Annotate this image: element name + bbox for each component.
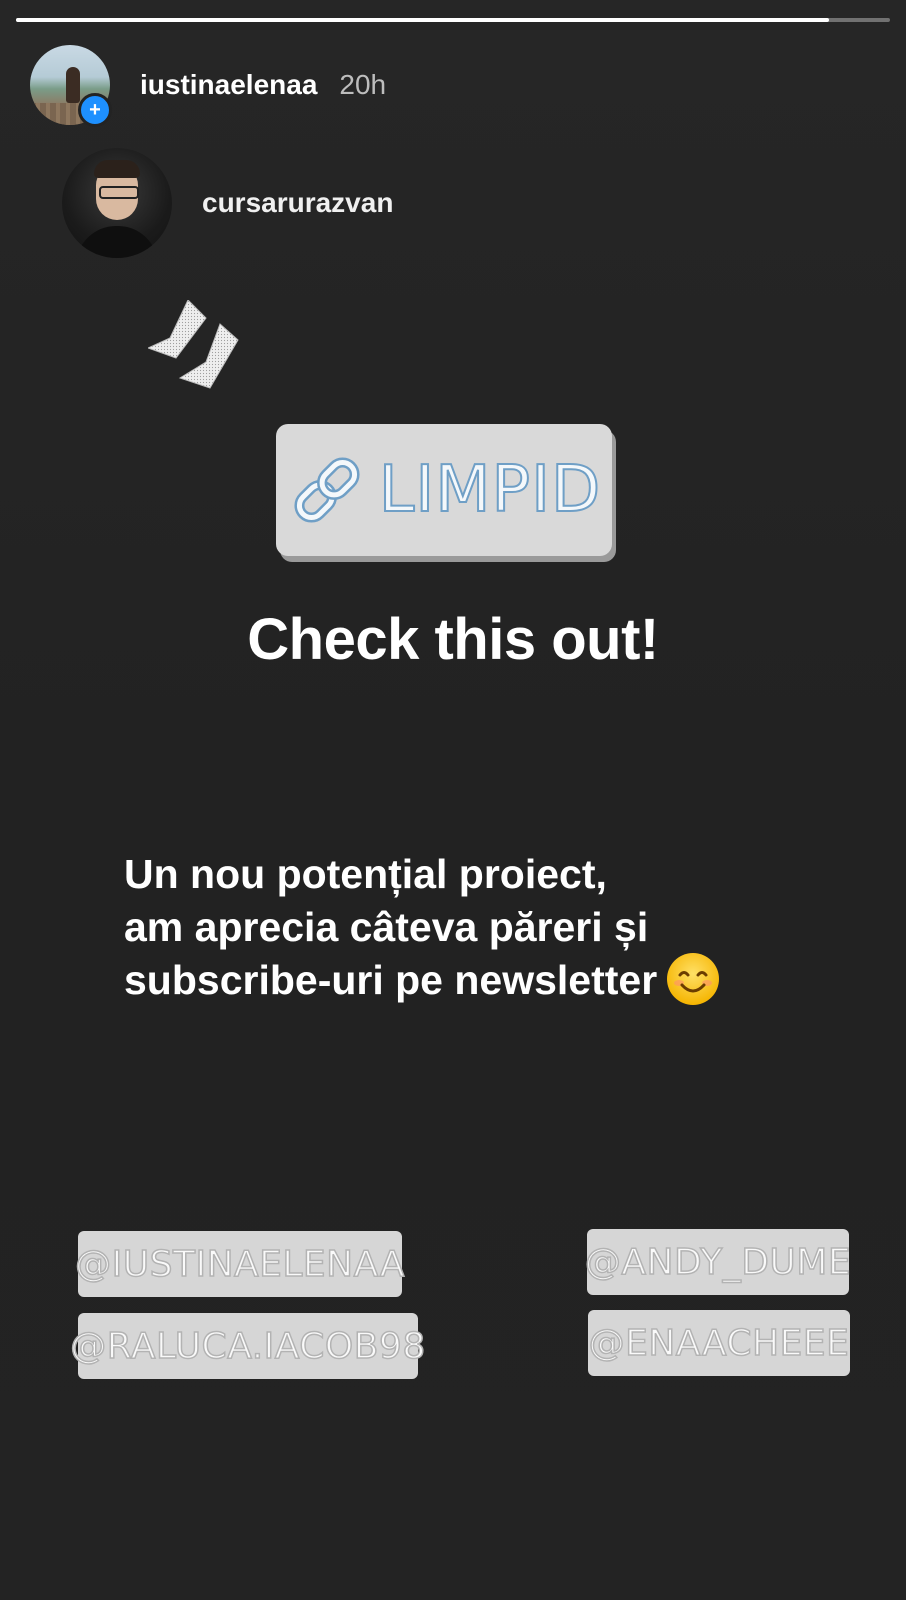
mention-tag[interactable]: @RALUCA.IACOB98 [70,1313,426,1379]
body-line: subscribe-uri pe newsletter [124,953,721,1007]
body-line: Un nou potențial proiect, [124,851,607,897]
link-sticker-label: LIMPID [378,452,602,528]
story-viewer[interactable]: + iustinaelenaa 20h cursarurazvan LIMPID… [0,0,906,1600]
story-header: + iustinaelenaa 20h [30,45,387,127]
mention-tag[interactable]: @IUSTINAELENAA [74,1231,405,1297]
story-progress-bar [16,18,890,22]
shared-post-avatar[interactable] [62,148,172,258]
author-username[interactable]: iustinaelenaa [140,69,317,101]
shared-post-username[interactable]: cursarurazvan [202,187,393,219]
body-line-text: subscribe-uri pe newsletter [124,957,658,1003]
double-chevron-icon [148,300,239,389]
story-headline: Check this out! [247,607,659,672]
smiling-face-emoji-icon [667,953,720,1006]
shared-post-header[interactable]: cursarurazvan [62,148,393,258]
link-sticker[interactable]: LIMPID [276,424,612,556]
story-timestamp: 20h [339,69,387,100]
story-body-text: Un nou potențial proiect, am aprecia cât… [124,848,721,1007]
link-icon [294,457,360,523]
add-story-plus-icon[interactable]: + [78,93,112,127]
mention-tag[interactable]: @ANDY_DUME [584,1229,851,1295]
body-line: am aprecia câteva păreri și [124,904,649,950]
story-progress-fill [16,18,829,22]
mention-tag[interactable]: @ENAACHEEE [588,1310,850,1376]
